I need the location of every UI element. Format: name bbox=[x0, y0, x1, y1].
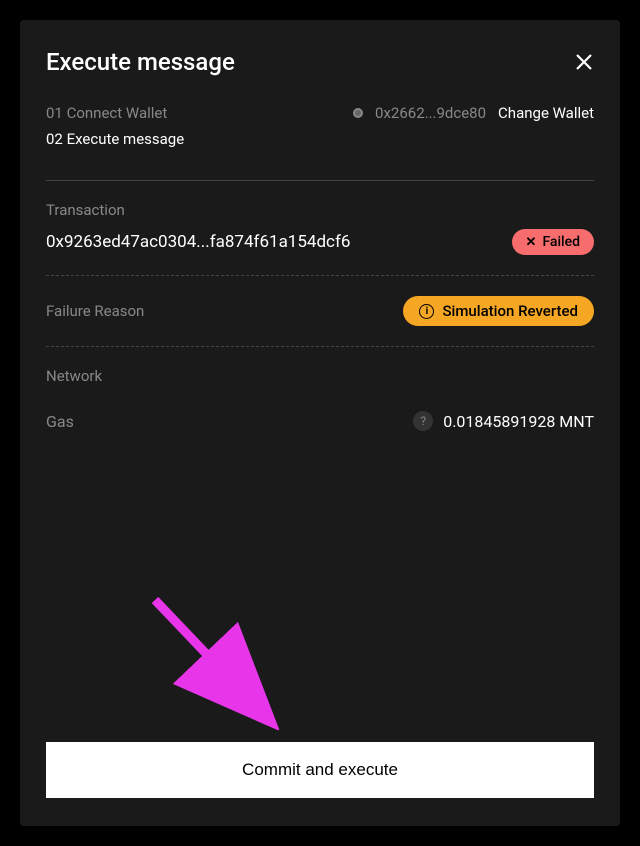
transaction-hash: 0x9263ed47ac0304...fa874f61a154dcf6 bbox=[46, 232, 350, 252]
close-icon[interactable] bbox=[574, 52, 594, 72]
divider bbox=[46, 180, 594, 181]
step-2-label: 02 Execute message bbox=[46, 130, 184, 148]
help-icon[interactable]: ? bbox=[413, 411, 433, 431]
gas-info: ? 0.01845891928 MNT bbox=[413, 411, 594, 431]
failure-reason-text: Simulation Reverted bbox=[442, 302, 578, 320]
gas-label: Gas bbox=[46, 412, 74, 431]
status-text: Failed bbox=[542, 234, 580, 250]
dashed-divider bbox=[46, 346, 594, 347]
modal-title: Execute message bbox=[46, 48, 235, 76]
wallet-status-icon bbox=[353, 108, 363, 118]
failure-reason-badge: i Simulation Reverted bbox=[403, 296, 594, 326]
status-badge: ✕ Failed bbox=[512, 229, 594, 255]
failure-section: Failure Reason i Simulation Reverted bbox=[46, 296, 594, 326]
wallet-address: 0x2662...9dce80 bbox=[375, 104, 486, 122]
step-2-row: 02 Execute message bbox=[46, 130, 594, 148]
gas-row: Gas ? 0.01845891928 MNT bbox=[46, 411, 594, 431]
step-1-row: 01 Connect Wallet 0x2662...9dce80 Change… bbox=[46, 104, 594, 122]
steps-section: 01 Connect Wallet 0x2662...9dce80 Change… bbox=[46, 104, 594, 156]
transaction-label: Transaction bbox=[46, 201, 594, 219]
gas-value: 0.01845891928 MNT bbox=[443, 412, 594, 431]
x-icon: ✕ bbox=[526, 235, 537, 250]
change-wallet-link[interactable]: Change Wallet bbox=[498, 104, 594, 122]
dashed-divider bbox=[46, 275, 594, 276]
wallet-info: 0x2662...9dce80 Change Wallet bbox=[353, 104, 594, 122]
network-label: Network bbox=[46, 367, 594, 385]
info-icon: i bbox=[419, 304, 434, 319]
modal-header: Execute message bbox=[46, 48, 594, 76]
failure-label: Failure Reason bbox=[46, 302, 144, 320]
commit-execute-button[interactable]: Commit and execute bbox=[46, 742, 594, 798]
transaction-section: Transaction 0x9263ed47ac0304...fa874f61a… bbox=[46, 201, 594, 255]
network-section: Network bbox=[46, 367, 594, 395]
execute-message-modal: Execute message 01 Connect Wallet 0x2662… bbox=[20, 20, 620, 826]
transaction-row: 0x9263ed47ac0304...fa874f61a154dcf6 ✕ Fa… bbox=[46, 229, 594, 255]
step-1-label: 01 Connect Wallet bbox=[46, 104, 167, 122]
